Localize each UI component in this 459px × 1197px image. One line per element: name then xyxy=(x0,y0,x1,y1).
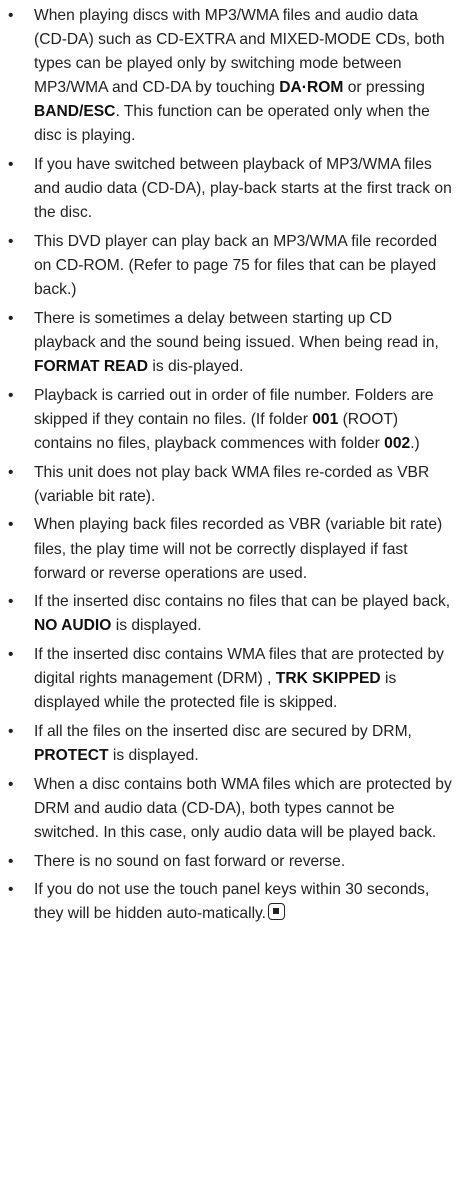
note-item: • There is sometimes a delay between star… xyxy=(0,307,459,379)
bold-term: 001 xyxy=(312,410,339,428)
note-text: If you have switched between playback of… xyxy=(34,156,452,222)
note-text: If all the files on the inserted disc ar… xyxy=(34,722,412,740)
bold-term: DA·ROM xyxy=(279,79,344,97)
note-item: • This DVD player can play back an MP3/WM… xyxy=(0,230,459,302)
note-text: There is sometimes a delay between start… xyxy=(34,309,439,351)
bold-term: FORMAT READ xyxy=(34,358,149,376)
note-item: • When playing discs with MP3/WMA files a… xyxy=(0,4,459,149)
section-end-icon xyxy=(268,903,286,921)
note-item: • If you have switched between playback o… xyxy=(0,153,459,225)
bold-term: 002 xyxy=(384,434,411,452)
note-item: • When a disc contains both WMA files whi… xyxy=(0,773,459,845)
bullet-icon: • xyxy=(8,646,14,664)
bullet-icon: • xyxy=(8,386,14,404)
bullet-icon: • xyxy=(8,156,14,174)
bullet-icon: • xyxy=(8,881,14,899)
bold-term: TRK SKIPPED xyxy=(275,670,381,688)
note-text: When a disc contains both WMA files whic… xyxy=(34,775,452,841)
bullet-icon: • xyxy=(8,7,14,24)
note-item: • There is no sound on fast forward or re… xyxy=(0,850,459,874)
note-text: There is no sound on fast forward or rev… xyxy=(34,852,346,870)
note-item: • If the inserted disc contains no files … xyxy=(0,590,459,638)
bullet-icon: • xyxy=(8,309,14,327)
note-text: If you do not use the touch panel keys w… xyxy=(34,881,430,923)
note-item: • When playing back files recorded as VBR… xyxy=(0,513,459,585)
notes-list: • When playing discs with MP3/WMA files a… xyxy=(0,4,459,927)
document-page: • When playing discs with MP3/WMA files a… xyxy=(0,0,459,931)
bullet-icon: • xyxy=(8,775,14,793)
bullet-icon: • xyxy=(8,852,14,870)
note-item: • If you do not use the touch panel keys … xyxy=(0,878,459,926)
note-text: .) xyxy=(410,434,420,452)
bold-term: BAND/ESC xyxy=(34,103,116,121)
note-item: • If the inserted disc contains WMA files… xyxy=(0,643,459,715)
note-text: This unit does not play back WMA files r… xyxy=(34,463,430,505)
note-item: • This unit does not play back WMA files … xyxy=(0,461,459,509)
bold-term: NO AUDIO xyxy=(34,617,112,635)
note-text: If the inserted disc contains no files t… xyxy=(34,593,451,611)
note-item: • If all the files on the inserted disc a… xyxy=(0,720,459,768)
bullet-icon: • xyxy=(8,516,14,534)
note-text: is dis-played. xyxy=(148,358,244,376)
bullet-icon: • xyxy=(8,233,14,251)
bullet-icon: • xyxy=(8,722,14,740)
bullet-icon: • xyxy=(8,463,14,481)
note-text: is displayed. xyxy=(111,617,202,635)
bullet-icon: • xyxy=(8,593,14,611)
note-text: is displayed. xyxy=(108,747,199,765)
note-text: When playing back files recorded as VBR … xyxy=(34,516,443,582)
bold-term: PROTECT xyxy=(34,747,109,765)
note-text: or pressing xyxy=(343,79,425,97)
note-text: This DVD player can play back an MP3/WMA… xyxy=(34,233,438,299)
note-item: • Playback is carried out in order of fil… xyxy=(0,384,459,456)
